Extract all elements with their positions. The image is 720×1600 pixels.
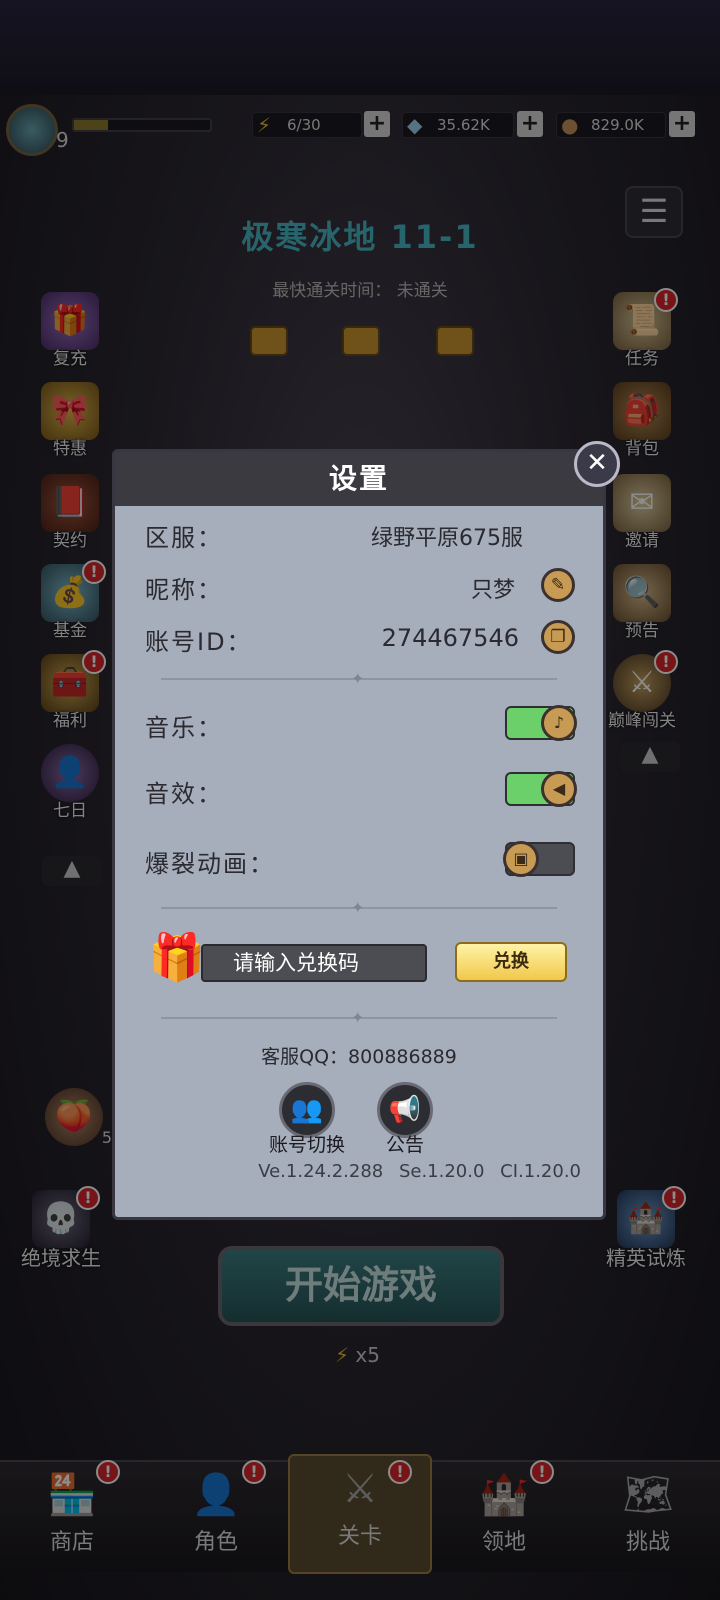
gift-box-icon: 🎁 [148,930,206,984]
sfx-label: 音效： [145,780,223,808]
account-value: 274467546 [381,624,519,652]
sfx-row: 音效： ◀ [145,770,577,810]
music-toggle[interactable]: ♪ [505,705,577,741]
server-label: 区服： [145,524,223,552]
account-label: 账号ID： [145,628,253,656]
account-row: 账号ID： 274467546 ❐ [145,618,575,658]
close-dialog-button[interactable]: ✕ [574,441,620,487]
divider: ✦ [161,898,557,917]
image-icon: ▣ [503,841,539,877]
redeem-button[interactable]: 兑换 [455,942,567,982]
customer-service-qq: 客服QQ：800886889 [261,1046,457,1068]
diamond-ornament-icon: ✦ [351,669,365,688]
music-note-icon: ♪ [541,705,577,741]
nickname-row: 昵称： 只梦 ✎ [145,566,575,606]
megaphone-icon: 📢 [388,1095,422,1125]
copy-icon[interactable]: ❐ [541,620,575,654]
music-label: 音乐： [145,714,223,742]
divider: ✦ [161,669,557,688]
burst-label: 爆裂动画： [145,850,275,878]
server-row: 区服： 绿野平原675服 [145,514,575,554]
divider: ✦ [161,1008,557,1027]
diamond-ornament-icon: ✦ [351,898,365,917]
sfx-toggle[interactable]: ◀ [505,771,577,807]
edit-pencil-icon[interactable]: ✎ [541,568,575,602]
switch-account-label: 账号切换 [268,1134,345,1156]
settings-dialog: 设置 区服： 绿野平原675服 昵称： 只梦 ✎ 账号ID： 274467546… [112,449,606,1220]
nickname-label: 昵称： [145,576,223,604]
redeem-code-input[interactable]: 请输入兑换码 [201,944,427,982]
server-value: 绿野平原675服 [371,526,523,551]
burst-animation-row: 爆裂动画： ▣ [145,840,575,880]
notice-label: 公告 [385,1134,424,1156]
version-info: Ve.1.24.2.288 Se.1.20.0 CI.1.20.0 [258,1161,581,1182]
nickname-value: 只梦 [470,578,515,603]
burst-animation-toggle[interactable]: ▣ [503,841,575,877]
diamond-ornament-icon: ✦ [351,1008,365,1027]
close-icon: ✕ [586,448,608,478]
dialog-title: 设置 [115,452,603,506]
speaker-icon: ◀ [541,771,577,807]
users-icon: 👥 [290,1095,324,1125]
music-row: 音乐： ♪ [145,704,577,744]
